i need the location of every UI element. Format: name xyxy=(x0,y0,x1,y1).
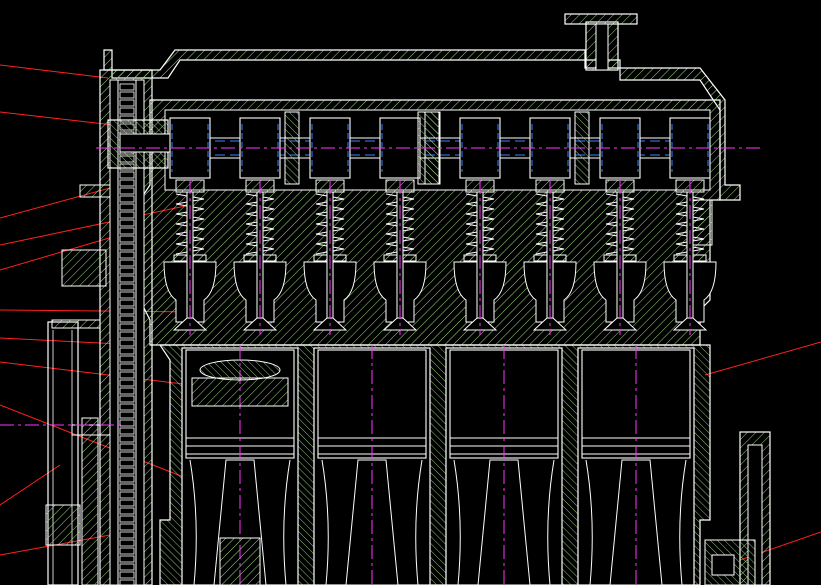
wrist-pin-boss xyxy=(191,377,289,407)
engine-section-drawing xyxy=(0,13,821,585)
piston-crown-section xyxy=(199,359,281,381)
cad-viewport[interactable] xyxy=(0,0,821,585)
rod-big-end xyxy=(219,537,261,585)
